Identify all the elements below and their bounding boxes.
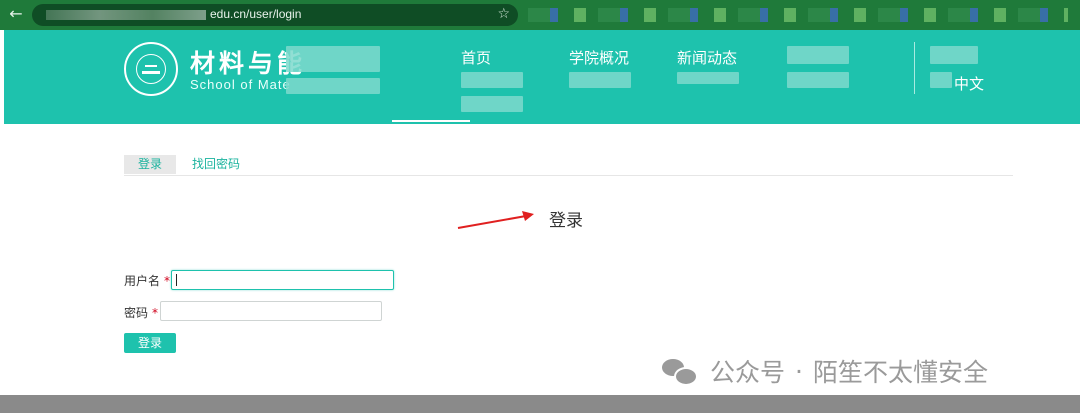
blurred-nav-item xyxy=(569,72,631,88)
text-caret xyxy=(176,274,177,286)
watermark-text-a: 公众号 xyxy=(710,358,786,387)
nav-news[interactable]: 新闻动态 xyxy=(677,47,737,68)
username-label: 用户名 * xyxy=(124,272,170,289)
blurred-extensions-bar xyxy=(528,8,1068,22)
watermark-separator: · xyxy=(795,356,803,386)
blurred-nav-item xyxy=(461,96,523,112)
password-label: 密码 * xyxy=(124,304,158,321)
blurred-nav-item xyxy=(930,72,952,88)
url-text: edu.cn/user/login xyxy=(210,7,302,21)
tab-login[interactable]: 登录 xyxy=(124,155,176,174)
site-header: 材料与能 School of Mate 首页 学院概况 新闻动态 中文 xyxy=(4,30,1080,124)
blurred-nav-item xyxy=(787,46,849,64)
nav-language[interactable]: 中文 xyxy=(954,73,984,94)
bookmark-star-icon[interactable]: ☆ xyxy=(497,6,510,22)
nav-overview[interactable]: 学院概况 xyxy=(569,47,629,68)
back-arrow-icon[interactable]: ← xyxy=(6,4,26,24)
browser-toolbar: ← edu.cn/user/login ☆ xyxy=(0,0,1080,30)
nav-divider xyxy=(914,42,915,94)
blurred-school-name-en xyxy=(286,78,380,94)
tab-recover-password[interactable]: 找回密码 xyxy=(186,155,246,174)
address-bar[interactable]: edu.cn/user/login ☆ xyxy=(32,4,518,26)
blurred-nav-item xyxy=(787,72,849,88)
blurred-url-prefix xyxy=(46,10,206,20)
login-submit-button[interactable]: 登录 xyxy=(124,333,176,353)
university-seal-icon[interactable] xyxy=(124,42,178,96)
password-input[interactable] xyxy=(160,301,382,321)
blurred-nav-item xyxy=(461,72,523,88)
username-input[interactable] xyxy=(171,270,394,290)
required-marker: * xyxy=(152,306,159,320)
wechat-icon xyxy=(660,356,700,386)
watermark-text-b: 陌笙不太懂安全 xyxy=(812,358,988,387)
password-label-text: 密码 xyxy=(124,306,149,320)
annotation-arrow-icon xyxy=(457,211,534,229)
school-name-en: School of Mate xyxy=(190,77,291,92)
page-footer-bar xyxy=(0,395,1080,413)
blurred-school-name xyxy=(286,46,380,72)
seal-building-icon xyxy=(142,62,160,74)
required-marker: * xyxy=(164,274,171,288)
auth-tabs: 登录 找回密码 xyxy=(124,155,1013,176)
blurred-nav-item xyxy=(677,72,739,84)
username-label-text: 用户名 xyxy=(124,274,161,288)
nav-active-underline xyxy=(392,120,470,122)
blurred-nav-item xyxy=(930,46,978,64)
nav-home[interactable]: 首页 xyxy=(461,47,491,68)
login-heading: 登录 xyxy=(549,211,583,231)
wechat-watermark: 公众号 · 陌笙不太懂安全 xyxy=(660,354,988,388)
